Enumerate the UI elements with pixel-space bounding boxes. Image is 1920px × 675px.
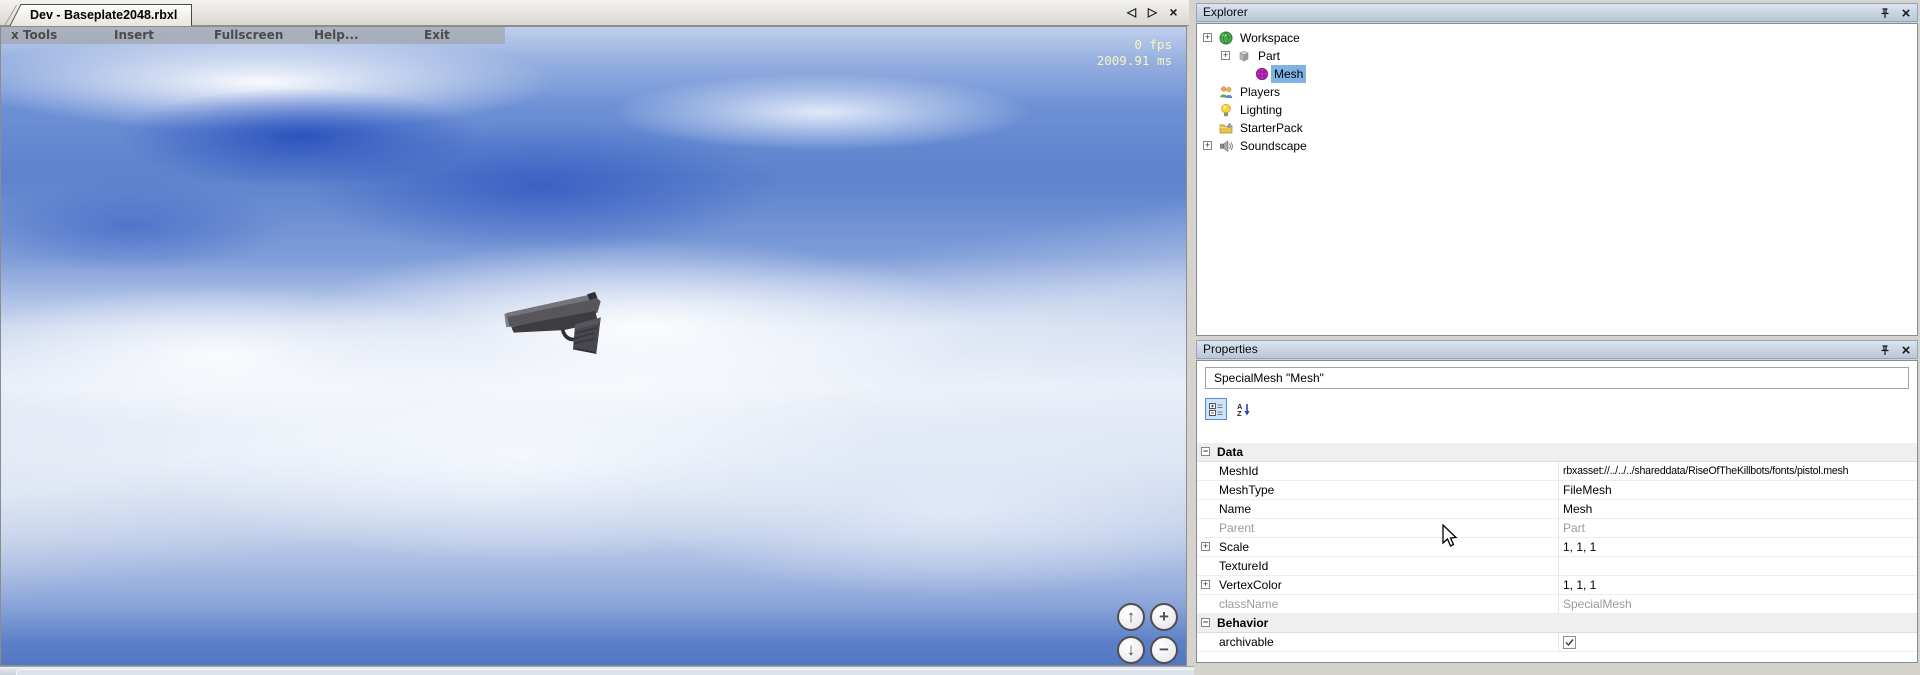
properties-title: Properties [1203, 342, 1258, 356]
fps-overlay: 0 fps 2009.91 ms [1097, 37, 1172, 69]
camera-nav-cluster: ↑ + ↓ − [1117, 603, 1180, 666]
pin-icon[interactable] [1878, 6, 1892, 20]
property-row-textureid[interactable]: TextureId [1197, 557, 1917, 576]
expand-toggle-icon[interactable]: + [1203, 141, 1212, 150]
mouse-cursor [1442, 524, 1460, 550]
tree-item-part[interactable]: + Part [1197, 47, 1917, 65]
pin-icon[interactable] [1878, 343, 1892, 357]
svg-text:Z: Z [1237, 409, 1242, 417]
tree-item-lighting[interactable]: Lighting [1197, 101, 1917, 119]
explorer-tree: + Workspace + Part [1197, 24, 1917, 335]
property-value[interactable]: Mesh [1563, 500, 1915, 518]
pistol-mesh[interactable] [499, 282, 631, 364]
property-value[interactable]: FileMesh [1563, 481, 1915, 499]
tree-item-workspace[interactable]: + Workspace [1197, 29, 1917, 47]
alphabetical-sort-button[interactable]: AZ [1233, 398, 1255, 420]
property-row-archivable[interactable]: archivable [1197, 633, 1917, 652]
property-row-meshtype[interactable]: MeshType FileMesh [1197, 481, 1917, 500]
expand-toggle-icon[interactable]: + [1201, 542, 1210, 551]
selected-tree-label[interactable]: Mesh [1271, 65, 1306, 83]
property-value[interactable]: 1, 1, 1 [1563, 576, 1915, 594]
mesh-icon [1255, 67, 1269, 81]
soundscape-icon [1219, 139, 1233, 153]
property-row-classname: className SpecialMesh [1197, 595, 1917, 614]
players-icon [1219, 85, 1233, 99]
game-menu-bar: x Tools Insert Fullscreen Help... Exit [1, 27, 505, 44]
selected-object-label[interactable]: SpecialMesh "Mesh" [1205, 367, 1909, 389]
tab-scroll-left-icon[interactable]: ◁ [1124, 5, 1139, 19]
zoom-in-button[interactable]: + [1150, 603, 1178, 631]
property-row-name[interactable]: Name Mesh [1197, 500, 1917, 519]
menu-item-exit[interactable]: Exit [424, 28, 450, 42]
part-icon [1237, 49, 1251, 63]
property-row-parent: Parent Part [1197, 519, 1917, 538]
properties-toolbar: AZ [1205, 397, 1255, 421]
expand-toggle-icon[interactable]: + [1201, 580, 1210, 589]
section-row-data[interactable]: − Data [1197, 443, 1917, 462]
fps-value: 0 fps [1097, 37, 1172, 53]
tree-item-starterpack[interactable]: StarterPack [1197, 119, 1917, 137]
property-row-scale[interactable]: + Scale 1, 1, 1 [1197, 538, 1917, 557]
property-row-vertexcolor[interactable]: + VertexColor 1, 1, 1 [1197, 576, 1917, 595]
collapse-toggle-icon[interactable]: − [1201, 447, 1210, 456]
properties-panel: SpecialMesh "Mesh" AZ − Data MeshId rbxa [1196, 360, 1918, 663]
tab-strip: Dev - Baseplate2048.rbxl ◁ ▷ × [0, 0, 1189, 26]
tilt-down-button[interactable]: ↓ [1117, 636, 1145, 664]
dock-right: Explorer × + Workspace + [1194, 0, 1920, 675]
collapse-toggle-icon[interactable]: − [1201, 618, 1210, 627]
property-value[interactable]: 1, 1, 1 [1563, 538, 1915, 556]
property-value[interactable]: rbxasset://../../../shareddata/RiseOfThe… [1563, 462, 1915, 481]
archivable-checkbox[interactable] [1563, 636, 1576, 649]
menu-item-fullscreen[interactable]: Fullscreen [214, 28, 283, 42]
tab-close-icon[interactable]: × [1166, 4, 1181, 20]
properties-header[interactable]: Properties × [1196, 340, 1918, 359]
menu-item-insert[interactable]: Insert [114, 28, 154, 42]
expand-toggle-icon[interactable]: + [1203, 33, 1212, 42]
tree-item-mesh[interactable]: Mesh [1197, 65, 1917, 83]
zoom-out-button[interactable]: − [1150, 636, 1178, 664]
tab-scroll-right-icon[interactable]: ▷ [1145, 5, 1160, 19]
tree-item-soundscape[interactable]: + Soundscape [1197, 137, 1917, 155]
menu-item-tools[interactable]: x Tools [11, 28, 57, 42]
menu-item-help[interactable]: Help... [314, 28, 359, 42]
property-value: SpecialMesh [1563, 595, 1915, 613]
explorer-title: Explorer [1203, 5, 1248, 19]
tilt-up-button[interactable]: ↑ [1117, 603, 1145, 631]
property-grid: − Data MeshId rbxasset://../../../shared… [1197, 443, 1917, 662]
frame-time-value: 2009.91 ms [1097, 53, 1172, 69]
lighting-icon [1219, 103, 1233, 117]
roblox-studio-window: Dev - Baseplate2048.rbxl ◁ ▷ × [0, 0, 1920, 675]
property-value: Part [1563, 519, 1915, 537]
workspace-globe-icon [1219, 31, 1233, 45]
tab-title[interactable]: Dev - Baseplate2048.rbxl [22, 4, 192, 26]
categorized-view-button[interactable] [1205, 398, 1227, 420]
tree-item-players[interactable]: Players [1197, 83, 1917, 101]
explorer-tree-panel: + Workspace + Part [1196, 23, 1918, 336]
expand-toggle-icon[interactable]: + [1221, 51, 1230, 60]
close-icon[interactable]: × [1899, 6, 1913, 20]
starterpack-icon [1219, 121, 1233, 135]
explorer-header[interactable]: Explorer × [1196, 3, 1918, 22]
property-row-meshid[interactable]: MeshId rbxasset://../../../shareddata/Ri… [1197, 462, 1917, 481]
section-row-behavior[interactable]: − Behavior [1197, 614, 1917, 633]
document-tab[interactable]: Dev - Baseplate2048.rbxl [22, 4, 192, 26]
game-viewport[interactable]: x Tools Insert Fullscreen Help... Exit 0… [0, 26, 1187, 666]
close-icon[interactable]: × [1899, 343, 1913, 357]
